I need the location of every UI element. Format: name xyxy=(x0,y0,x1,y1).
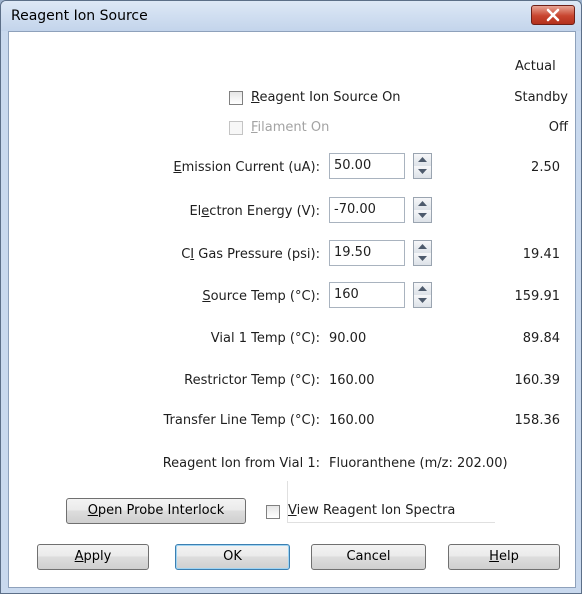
ci-gas-pressure-label: CI Gas Pressure (psi): xyxy=(181,247,320,262)
help-button[interactable]: Help xyxy=(448,544,560,570)
reagent-ion-source-dialog: Reagent Ion Source Actual Reagent Ion So… xyxy=(0,0,582,594)
spectra-group-divider xyxy=(287,522,495,523)
emission-current-actual: 2.50 xyxy=(531,160,560,175)
vial-1-temp-value: 90.00 xyxy=(329,331,367,346)
restrictor-temp-value: 160.00 xyxy=(329,373,375,388)
reagent-ion-vial-value: Fluoranthene (m/z: 202.00) xyxy=(329,456,508,471)
emission-current-label: Emission Current (uA): xyxy=(173,160,320,175)
actual-column-header: Actual xyxy=(515,59,556,74)
apply-button[interactable]: Apply xyxy=(37,544,149,570)
spin-down-arrow-icon[interactable] xyxy=(414,166,431,178)
cancel-button[interactable]: Cancel xyxy=(311,544,426,570)
restrictor-temp-actual: 160.39 xyxy=(514,373,561,388)
filament-status-value: Off xyxy=(548,120,568,135)
window-title: Reagent Ion Source xyxy=(11,8,148,24)
source-temp-actual: 159.91 xyxy=(514,289,561,304)
reagent-ion-source-on-label[interactable]: Reagent Ion Source On xyxy=(251,90,401,105)
ci-gas-pressure-spinner[interactable] xyxy=(413,240,432,266)
source-temp-spinner[interactable] xyxy=(413,282,432,308)
filament-on-checkbox[interactable] xyxy=(229,121,243,135)
restrictor-temp-label: Restrictor Temp (°C): xyxy=(184,373,320,388)
emission-current-input[interactable]: 50.00 xyxy=(329,153,405,179)
ci-gas-pressure-actual: 19.41 xyxy=(522,247,560,262)
transfer-line-temp-actual: 158.36 xyxy=(514,413,561,428)
spin-down-arrow-icon[interactable] xyxy=(414,210,431,222)
electron-energy-spinner[interactable] xyxy=(413,197,432,223)
reagent-ion-vial-label: Reagent Ion from Vial 1: xyxy=(162,456,320,471)
title-bar[interactable]: Reagent Ion Source xyxy=(1,1,581,31)
emission-current-spinner[interactable] xyxy=(413,153,432,179)
close-icon xyxy=(546,8,560,22)
spin-down-arrow-icon[interactable] xyxy=(414,295,431,307)
source-status-value: Standby xyxy=(514,90,568,105)
open-probe-interlock-button[interactable]: Open Probe Interlock xyxy=(66,498,246,524)
electron-energy-input[interactable]: -70.00 xyxy=(329,197,405,223)
reagent-ion-source-on-checkbox[interactable] xyxy=(229,91,243,105)
vial-1-temp-actual: 89.84 xyxy=(522,331,560,346)
transfer-line-temp-value: 160.00 xyxy=(329,413,375,428)
transfer-line-temp-label: Transfer Line Temp (°C): xyxy=(163,413,320,428)
dialog-body: Actual Reagent Ion Source On Standby Fil… xyxy=(8,31,576,588)
view-reagent-ion-spectra-checkbox[interactable] xyxy=(266,505,280,519)
vial-1-temp-label: Vial 1 Temp (°C): xyxy=(210,331,320,346)
source-temp-input[interactable]: 160 xyxy=(329,282,405,308)
source-temp-label: Source Temp (°C): xyxy=(202,289,320,304)
view-reagent-ion-spectra-label[interactable]: View Reagent Ion Spectra xyxy=(288,503,455,518)
electron-energy-label: Electron Energy (V): xyxy=(189,204,320,219)
spin-down-arrow-icon[interactable] xyxy=(414,253,431,265)
ok-button[interactable]: OK xyxy=(175,544,290,570)
close-button[interactable] xyxy=(531,5,575,25)
ci-gas-pressure-input[interactable]: 19.50 xyxy=(329,240,405,266)
filament-on-label: Filament On xyxy=(251,120,330,135)
